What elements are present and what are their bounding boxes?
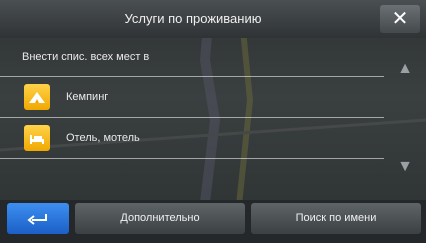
back-button[interactable] — [7, 203, 69, 234]
screen: Услуги по проживанию ✕ Внести спис. всех… — [0, 0, 426, 243]
page-title: Услуги по проживанию — [124, 11, 262, 26]
back-arrow-icon — [27, 214, 47, 225]
more-button[interactable]: Дополнительно — [75, 203, 245, 234]
list-item-camping[interactable]: Кемпинг — [0, 77, 384, 118]
hotel-icon — [24, 125, 50, 151]
category-list: Внести спис. всех мест в Кемпинг Отель, … — [0, 38, 384, 159]
scroll-up-icon[interactable]: ▲ — [392, 60, 418, 80]
scrollbar[interactable]: ▲ ▼ — [392, 60, 418, 180]
scroll-down-icon[interactable]: ▼ — [392, 158, 418, 178]
close-button[interactable]: ✕ — [380, 5, 420, 33]
title-bar: Услуги по проживанию ✕ — [0, 0, 426, 38]
list-item-all-places[interactable]: Внести спис. всех мест в — [0, 38, 384, 77]
list-item-label: Внести спис. всех мест в — [22, 51, 150, 63]
list-item-hotel[interactable]: Отель, мотель — [0, 118, 384, 159]
list-item-label: Кемпинг — [66, 91, 109, 103]
search-by-name-button[interactable]: Поиск по имени — [251, 203, 421, 234]
list-item-label: Отель, мотель — [66, 132, 140, 144]
bottom-toolbar: Дополнительно Поиск по имени — [0, 200, 426, 243]
camping-icon — [24, 84, 50, 110]
